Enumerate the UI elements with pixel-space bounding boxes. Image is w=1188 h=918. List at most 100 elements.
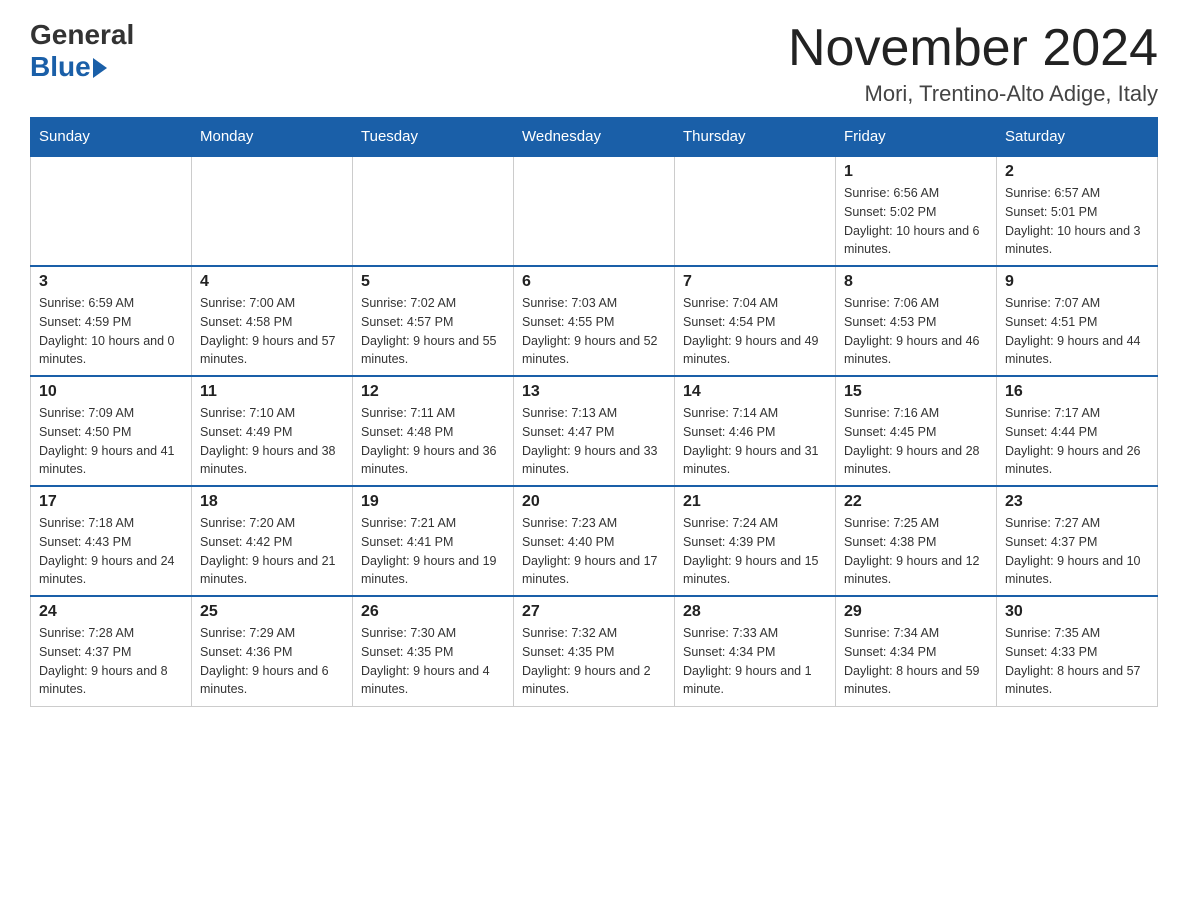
calendar-cell: 8 Sunrise: 7:06 AMSunset: 4:53 PMDaylight… — [836, 266, 997, 376]
calendar-cell: 13 Sunrise: 7:13 AMSunset: 4:47 PMDayligh… — [514, 376, 675, 486]
day-info: Sunrise: 7:09 AMSunset: 4:50 PMDaylight:… — [39, 404, 183, 479]
calendar-cell — [192, 156, 353, 266]
day-info: Sunrise: 7:20 AMSunset: 4:42 PMDaylight:… — [200, 514, 344, 589]
calendar-cell: 12 Sunrise: 7:11 AMSunset: 4:48 PMDayligh… — [353, 376, 514, 486]
calendar-cell: 19 Sunrise: 7:21 AMSunset: 4:41 PMDayligh… — [353, 486, 514, 596]
calendar-cell — [514, 156, 675, 266]
calendar-cell: 26Sunrise: 7:30 AMSunset: 4:35 PMDayligh… — [353, 596, 514, 706]
day-info: Sunrise: 7:18 AMSunset: 4:43 PMDaylight:… — [39, 514, 183, 589]
day-number: 1 — [844, 163, 988, 181]
day-info: Sunrise: 7:00 AMSunset: 4:58 PMDaylight:… — [200, 294, 344, 369]
header-day-sunday: Sunday — [31, 118, 192, 157]
calendar-week-4: 17 Sunrise: 7:18 AMSunset: 4:43 PMDayligh… — [31, 486, 1158, 596]
day-number: 7 — [683, 273, 827, 291]
day-number: 27 — [522, 603, 666, 621]
day-number: 13 — [522, 383, 666, 401]
calendar-cell: 7 Sunrise: 7:04 AMSunset: 4:54 PMDaylight… — [675, 266, 836, 376]
day-number: 15 — [844, 383, 988, 401]
calendar-table: SundayMondayTuesdayWednesdayThursdayFrid… — [30, 117, 1158, 707]
calendar-cell: 25Sunrise: 7:29 AMSunset: 4:36 PMDayligh… — [192, 596, 353, 706]
calendar-cell: 22 Sunrise: 7:25 AMSunset: 4:38 PMDayligh… — [836, 486, 997, 596]
calendar-cell: 24Sunrise: 7:28 AMSunset: 4:37 PMDayligh… — [31, 596, 192, 706]
calendar-cell: 15 Sunrise: 7:16 AMSunset: 4:45 PMDayligh… — [836, 376, 997, 486]
day-number: 28 — [683, 603, 827, 621]
calendar-week-5: 24Sunrise: 7:28 AMSunset: 4:37 PMDayligh… — [31, 596, 1158, 706]
calendar-cell: 1 Sunrise: 6:56 AMSunset: 5:02 PMDaylight… — [836, 156, 997, 266]
calendar-cell: 28 Sunrise: 7:33 AMSunset: 4:34 PMDayligh… — [675, 596, 836, 706]
day-info: Sunrise: 7:04 AMSunset: 4:54 PMDaylight:… — [683, 294, 827, 369]
day-number: 17 — [39, 493, 183, 511]
calendar-cell: 27Sunrise: 7:32 AMSunset: 4:35 PMDayligh… — [514, 596, 675, 706]
month-title: November 2024 — [788, 20, 1158, 77]
header-day-thursday: Thursday — [675, 118, 836, 157]
logo-general-text: General — [30, 20, 134, 51]
day-info: Sunrise: 7:34 AMSunset: 4:34 PMDaylight:… — [844, 624, 988, 699]
day-number: 26 — [361, 603, 505, 621]
day-info: Sunrise: 6:56 AMSunset: 5:02 PMDaylight:… — [844, 184, 988, 259]
logo: General Blue — [30, 20, 134, 83]
calendar-cell: 3 Sunrise: 6:59 AMSunset: 4:59 PMDaylight… — [31, 266, 192, 376]
day-number: 2 — [1005, 163, 1149, 181]
day-number: 11 — [200, 383, 344, 401]
day-info: Sunrise: 7:11 AMSunset: 4:48 PMDaylight:… — [361, 404, 505, 479]
day-info: Sunrise: 6:57 AMSunset: 5:01 PMDaylight:… — [1005, 184, 1149, 259]
location-subtitle: Mori, Trentino-Alto Adige, Italy — [788, 81, 1158, 107]
day-info: Sunrise: 7:21 AMSunset: 4:41 PMDaylight:… — [361, 514, 505, 589]
day-info: Sunrise: 7:25 AMSunset: 4:38 PMDaylight:… — [844, 514, 988, 589]
calendar-cell: 18 Sunrise: 7:20 AMSunset: 4:42 PMDayligh… — [192, 486, 353, 596]
day-info: Sunrise: 7:35 AMSunset: 4:33 PMDaylight:… — [1005, 624, 1149, 699]
day-number: 20 — [522, 493, 666, 511]
calendar-cell: 17 Sunrise: 7:18 AMSunset: 4:43 PMDayligh… — [31, 486, 192, 596]
calendar-cell: 5Sunrise: 7:02 AMSunset: 4:57 PMDaylight… — [353, 266, 514, 376]
day-number: 9 — [1005, 273, 1149, 291]
title-block: November 2024 Mori, Trentino-Alto Adige,… — [788, 20, 1158, 107]
calendar-cell: 9Sunrise: 7:07 AMSunset: 4:51 PMDaylight… — [997, 266, 1158, 376]
day-number: 22 — [844, 493, 988, 511]
calendar-cell — [353, 156, 514, 266]
calendar-week-1: 1 Sunrise: 6:56 AMSunset: 5:02 PMDaylight… — [31, 156, 1158, 266]
header-day-friday: Friday — [836, 118, 997, 157]
day-number: 4 — [200, 273, 344, 291]
calendar-body: 1 Sunrise: 6:56 AMSunset: 5:02 PMDaylight… — [31, 156, 1158, 706]
calendar-cell: 29Sunrise: 7:34 AMSunset: 4:34 PMDayligh… — [836, 596, 997, 706]
day-info: Sunrise: 7:03 AMSunset: 4:55 PMDaylight:… — [522, 294, 666, 369]
day-info: Sunrise: 7:10 AMSunset: 4:49 PMDaylight:… — [200, 404, 344, 479]
day-info: Sunrise: 7:33 AMSunset: 4:34 PMDaylight:… — [683, 624, 827, 699]
day-info: Sunrise: 7:06 AMSunset: 4:53 PMDaylight:… — [844, 294, 988, 369]
day-number: 23 — [1005, 493, 1149, 511]
day-number: 19 — [361, 493, 505, 511]
day-number: 18 — [200, 493, 344, 511]
day-number: 10 — [39, 383, 183, 401]
calendar-cell: 2 Sunrise: 6:57 AMSunset: 5:01 PMDaylight… — [997, 156, 1158, 266]
header-day-monday: Monday — [192, 118, 353, 157]
calendar-cell: 30 Sunrise: 7:35 AMSunset: 4:33 PMDayligh… — [997, 596, 1158, 706]
day-number: 16 — [1005, 383, 1149, 401]
calendar-header: SundayMondayTuesdayWednesdayThursdayFrid… — [31, 118, 1158, 157]
logo-arrow-icon — [93, 58, 107, 78]
day-info: Sunrise: 7:28 AMSunset: 4:37 PMDaylight:… — [39, 624, 183, 699]
day-number: 6 — [522, 273, 666, 291]
day-info: Sunrise: 7:23 AMSunset: 4:40 PMDaylight:… — [522, 514, 666, 589]
calendar-cell — [675, 156, 836, 266]
calendar-week-2: 3 Sunrise: 6:59 AMSunset: 4:59 PMDaylight… — [31, 266, 1158, 376]
day-number: 8 — [844, 273, 988, 291]
day-number: 5 — [361, 273, 505, 291]
day-number: 3 — [39, 273, 183, 291]
day-number: 25 — [200, 603, 344, 621]
calendar-cell: 6 Sunrise: 7:03 AMSunset: 4:55 PMDaylight… — [514, 266, 675, 376]
calendar-cell: 14Sunrise: 7:14 AMSunset: 4:46 PMDayligh… — [675, 376, 836, 486]
calendar-cell — [31, 156, 192, 266]
day-info: Sunrise: 7:14 AMSunset: 4:46 PMDaylight:… — [683, 404, 827, 479]
day-number: 21 — [683, 493, 827, 511]
day-number: 12 — [361, 383, 505, 401]
day-info: Sunrise: 7:16 AMSunset: 4:45 PMDaylight:… — [844, 404, 988, 479]
day-info: Sunrise: 6:59 AMSunset: 4:59 PMDaylight:… — [39, 294, 183, 369]
calendar-cell: 16 Sunrise: 7:17 AMSunset: 4:44 PMDayligh… — [997, 376, 1158, 486]
header-day-saturday: Saturday — [997, 118, 1158, 157]
day-info: Sunrise: 7:13 AMSunset: 4:47 PMDaylight:… — [522, 404, 666, 479]
day-number: 30 — [1005, 603, 1149, 621]
day-info: Sunrise: 7:17 AMSunset: 4:44 PMDaylight:… — [1005, 404, 1149, 479]
calendar-week-3: 10 Sunrise: 7:09 AMSunset: 4:50 PMDayligh… — [31, 376, 1158, 486]
page-header: General Blue November 2024 Mori, Trentin… — [30, 20, 1158, 107]
calendar-cell: 20 Sunrise: 7:23 AMSunset: 4:40 PMDayligh… — [514, 486, 675, 596]
